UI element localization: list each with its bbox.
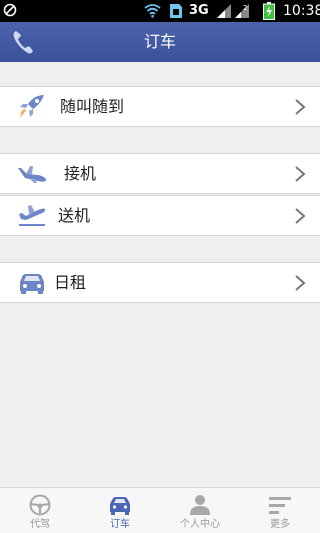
tab-profile[interactable]: 个人中心	[160, 488, 240, 533]
status-time: 10:38	[283, 3, 320, 19]
signal-strength-2-icon: 2	[235, 4, 249, 18]
network-type: 3G	[189, 3, 209, 18]
menu-item-label: 随叫随到	[60, 97, 125, 116]
more-lines-icon	[269, 497, 291, 514]
tab-label: 更多	[270, 519, 290, 530]
car-icon	[110, 497, 130, 515]
steering-wheel-icon	[29, 494, 51, 516]
chevron-right-icon	[295, 208, 306, 224]
tab-label: 订车	[110, 519, 130, 530]
menu-item-daily-rental[interactable]: 日租	[0, 262, 320, 303]
airplane-takeoff-icon	[19, 205, 46, 226]
chevron-right-icon	[295, 99, 306, 115]
battery-charging-icon	[263, 2, 275, 20]
svg-text:2: 2	[243, 4, 247, 12]
menu-item-airport-dropoff[interactable]: 送机	[0, 195, 320, 236]
status-bar: 3G 2 10:38	[0, 0, 320, 22]
page-title: 订车	[143, 32, 176, 51]
sim-card-icon	[170, 4, 182, 18]
person-icon	[190, 495, 210, 515]
header-bar: 订车	[0, 22, 320, 62]
car-icon	[20, 274, 44, 294]
signal-strength-icon	[217, 4, 231, 18]
tab-label: 个人中心	[180, 519, 220, 530]
tab-designated-driver[interactable]: 代驾	[0, 488, 80, 533]
menu-item-label: 日租	[54, 273, 87, 292]
menu-item-airport-pickup[interactable]: 接机	[0, 153, 320, 194]
tab-book-car[interactable]: 订车	[80, 488, 160, 533]
chevron-right-icon	[295, 275, 306, 291]
chevron-right-icon	[295, 166, 306, 182]
rocket-icon	[19, 95, 44, 118]
tab-more[interactable]: 更多	[240, 488, 320, 533]
airplane-landing-icon	[18, 166, 46, 183]
menu-item-label: 接机	[64, 164, 97, 183]
menu-item-label: 送机	[58, 206, 91, 225]
bottom-navigation: 代驾 订车 个人中心 更多	[0, 487, 320, 533]
tab-label: 代驾	[30, 519, 50, 530]
menu-item-on-demand[interactable]: 随叫随到	[0, 86, 320, 127]
wifi-icon	[144, 4, 161, 18]
no-sim-icon	[3, 3, 17, 17]
